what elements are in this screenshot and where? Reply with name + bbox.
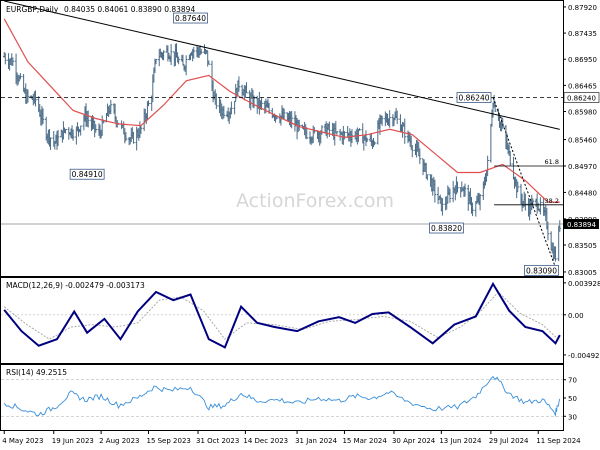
price-y-tick-label: 0.87920 [568, 4, 597, 12]
fibonacci-label: 61.8 [545, 158, 559, 166]
price-y-tick-label: 0.83505 [568, 242, 597, 250]
price-y-tick-label: 0.85460 [568, 137, 597, 145]
price-panel-frame [0, 0, 564, 277]
price-y-tick-label: 0.86950 [568, 56, 597, 64]
x-tick-label: 29 Jul 2024 [489, 437, 529, 445]
price-y-tick-label: 0.87435 [568, 30, 597, 38]
rsi-panel-frame [0, 364, 564, 431]
price-annotation-label: 0.86240 [459, 94, 490, 103]
rsi-y-tick-label: 70 [568, 377, 577, 385]
macd-title: MACD(12,26,9) -0.002479 -0.003173 [6, 281, 145, 290]
x-tick-label: 14 Dec 2023 [243, 437, 288, 445]
fibonacci-label: 38.2 [545, 197, 559, 205]
rsi-y-tick-label: 30 [568, 413, 577, 421]
price-annotation-label: 0.87640 [175, 14, 206, 23]
price-y-tick-label: 0.84480 [568, 189, 597, 197]
macd-y-tick-label: 0.003928 [568, 280, 600, 288]
symbol-label: EURGBP,Daily [6, 5, 59, 14]
last-price-tag-label: 0.83894 [567, 221, 596, 229]
price-y-tick-label: 0.85980 [568, 109, 597, 117]
price-annotation-label: 0.84910 [72, 170, 103, 179]
x-tick-label: 31 Oct 2023 [196, 437, 239, 445]
x-tick-label: 15 Sep 2023 [146, 437, 190, 445]
macd-panel-frame [0, 277, 564, 364]
watermark: ActionForex.com [236, 190, 394, 212]
x-tick-label: 2 Aug 2023 [99, 437, 139, 445]
resistance-level-tag-label: 0.86240 [567, 95, 596, 103]
eurgbp-chart: ActionForex.com 0.876400.849100.862400.8… [0, 0, 600, 445]
x-tick-label: 30 Apr 2024 [392, 437, 436, 445]
price-axis: 0.87920 0.87435 0.86950 0.86465 0.85980 0.854… [563, 4, 600, 277]
x-axis: 4 May 2023 19 Jun 2023 2 Aug 2023 15 Sep 20… [2, 431, 581, 445]
ohlc-label: 0.84035 0.84061 0.83890 0.83894 [64, 5, 195, 14]
x-tick-label: 13 Jun 2024 [439, 437, 482, 445]
x-tick-label: 4 May 2023 [2, 437, 43, 445]
x-tick-label: 19 Jun 2023 [52, 437, 94, 445]
price-annotation-label: 0.83820 [431, 224, 462, 233]
macd-y-tick-label: 0.00 [568, 312, 584, 320]
x-tick-label: 11 Sep 2024 [536, 437, 581, 445]
price-y-tick-label: 0.84970 [568, 163, 597, 171]
rsi-y-tick-label: 50 [568, 395, 577, 403]
price-annotation-label: 0.83090 [526, 266, 557, 275]
macd-y-tick-label: -0.004929 [568, 352, 600, 360]
rsi-title: RSI(14) 49.2515 [6, 368, 67, 377]
price-y-tick-label: 0.83005 [568, 269, 597, 277]
price-y-tick-label: 0.86465 [568, 82, 597, 90]
x-tick-label: 31 Jan 2024 [295, 437, 338, 445]
x-tick-label: 15 Mar 2024 [342, 437, 387, 445]
